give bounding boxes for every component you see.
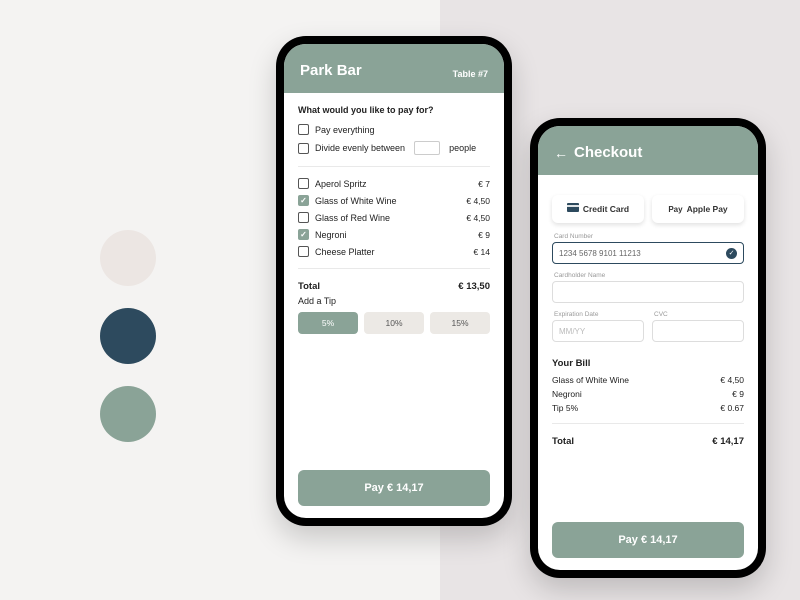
tip-options: 5% 10% 15%	[298, 312, 490, 334]
card-number-label: Card Number	[554, 233, 744, 240]
tab-apple-pay[interactable]: Pay Apple Pay	[652, 195, 744, 223]
apple-pay-icon: Pay	[668, 204, 682, 215]
expiration-placeholder: MM/YY	[559, 327, 585, 336]
bill-item-price: € 9	[732, 389, 744, 399]
total-row: Total € 14,17	[552, 436, 744, 447]
cardholder-label: Cardholder Name	[554, 272, 744, 279]
item-row[interactable]: Negroni € 9	[298, 226, 490, 243]
total-value: € 14,17	[712, 436, 744, 447]
bill-title: Your Bill	[552, 358, 744, 369]
checkbox-icon	[298, 143, 309, 154]
item-name: Aperol Spritz	[315, 179, 367, 189]
pay-button[interactable]: Pay € 14,17	[552, 522, 744, 558]
swatch-navy	[100, 308, 156, 364]
checkbox-icon	[298, 124, 309, 135]
item-name: Negroni	[315, 230, 347, 240]
bill-item-name: Glass of White Wine	[552, 375, 629, 385]
bill-item-price: € 0.67	[720, 403, 744, 413]
checkout-title: Checkout	[574, 144, 742, 161]
color-palette	[100, 230, 156, 442]
total-label: Total	[552, 436, 574, 447]
total-label: Total	[298, 281, 320, 292]
tip-option[interactable]: 5%	[298, 312, 358, 334]
item-row[interactable]: Cheese Platter € 14	[298, 243, 490, 260]
bill-row: Negroni € 9	[552, 387, 744, 401]
checkout-header: ← Checkout	[538, 126, 758, 175]
valid-check-icon: ✓	[726, 248, 737, 259]
tip-option[interactable]: 15%	[430, 312, 490, 334]
checkbox-icon	[298, 246, 309, 257]
item-name: Glass of Red Wine	[315, 213, 390, 223]
checkbox-icon	[298, 212, 309, 223]
bill-item-price: € 4,50	[720, 375, 744, 385]
swatch-cream	[100, 230, 156, 286]
item-price: € 7	[478, 179, 490, 189]
pay-prompt: What would you like to pay for?	[298, 105, 490, 115]
divider	[298, 268, 490, 269]
payment-method-tabs: Credit Card Pay Apple Pay	[552, 195, 744, 223]
checkbox-icon	[298, 195, 309, 206]
item-row[interactable]: Aperol Spritz € 7	[298, 175, 490, 192]
item-price: € 14	[473, 247, 490, 257]
card-number-value: 1234 5678 9101 11213	[559, 249, 641, 258]
tab-label: Apple Pay	[687, 204, 728, 214]
expiration-label: Expiration Date	[554, 311, 644, 318]
item-price: € 4,50	[466, 196, 490, 206]
option-pay-everything[interactable]: Pay everything	[298, 121, 490, 138]
item-row[interactable]: Glass of Red Wine € 4,50	[298, 209, 490, 226]
bar-name: Park Bar	[300, 62, 362, 79]
bill-row: Tip 5% € 0.67	[552, 401, 744, 415]
checkbox-icon	[298, 229, 309, 240]
checkbox-icon	[298, 178, 309, 189]
cvc-label: CVC	[654, 311, 744, 318]
phone-order: Park Bar Table #7 What would you like to…	[276, 36, 512, 526]
people-input[interactable]	[414, 141, 440, 155]
total-value: € 13,50	[458, 281, 490, 292]
bill-row: Glass of White Wine € 4,50	[552, 373, 744, 387]
tab-credit-card[interactable]: Credit Card	[552, 195, 644, 223]
option-label: people	[449, 143, 476, 153]
expiration-input[interactable]: MM/YY	[552, 320, 644, 342]
tab-label: Credit Card	[583, 204, 629, 214]
item-price: € 9	[478, 230, 490, 240]
card-icon	[567, 203, 579, 215]
order-header: Park Bar Table #7	[284, 44, 504, 93]
item-row[interactable]: Glass of White Wine € 4,50	[298, 192, 490, 209]
table-number: Table #7	[453, 69, 488, 79]
subtotal-row: Total € 13,50	[298, 281, 490, 292]
option-split[interactable]: Divide evenly between people	[298, 138, 490, 158]
swatch-sage	[100, 386, 156, 442]
divider	[552, 423, 744, 424]
item-price: € 4,50	[466, 213, 490, 223]
card-number-input[interactable]: 1234 5678 9101 11213 ✓	[552, 242, 744, 264]
option-label: Pay everything	[315, 125, 375, 135]
cardholder-input[interactable]	[552, 281, 744, 303]
cvc-input[interactable]	[652, 320, 744, 342]
item-name: Cheese Platter	[315, 247, 375, 257]
bill-item-name: Negroni	[552, 389, 582, 399]
bill-item-name: Tip 5%	[552, 403, 578, 413]
tip-option[interactable]: 10%	[364, 312, 424, 334]
phone-checkout: ← Checkout Credit Card Pay Apple Pay Car…	[530, 118, 766, 578]
back-icon[interactable]: ←	[554, 145, 568, 161]
item-name: Glass of White Wine	[315, 196, 397, 206]
option-label: Divide evenly between	[315, 143, 405, 153]
divider	[298, 166, 490, 167]
pay-button[interactable]: Pay € 14,17	[298, 470, 490, 506]
tip-label: Add a Tip	[298, 296, 490, 306]
